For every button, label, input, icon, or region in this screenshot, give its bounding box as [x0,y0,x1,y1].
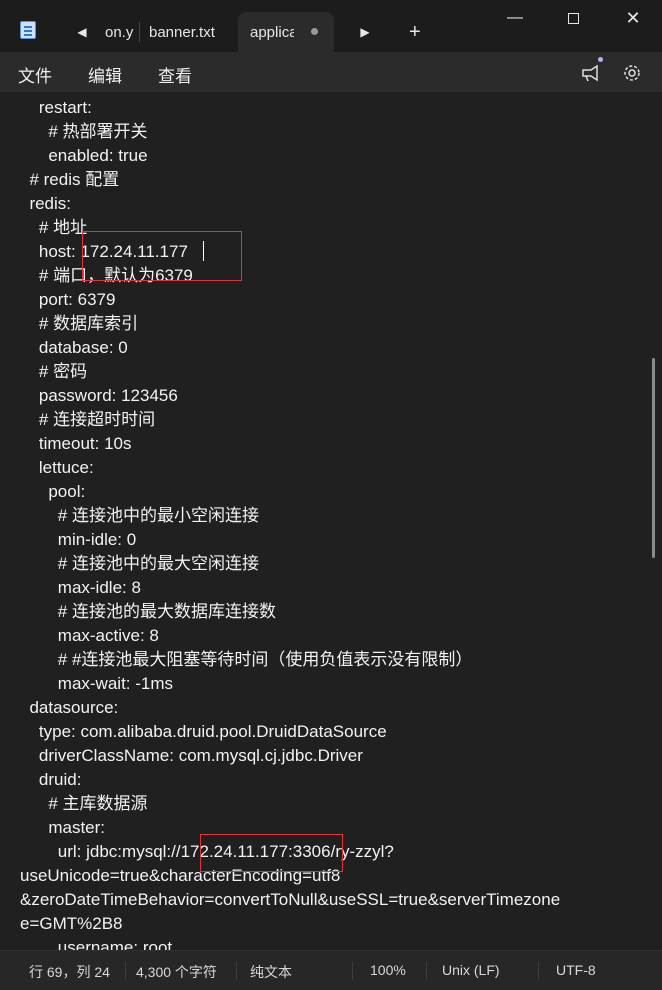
new-tab-plus-icon[interactable]: + [409,21,421,43]
editor-line: timeout: 10s [20,434,132,453]
editor-line: &zeroDateTimeBehavior=convertToNull&useS… [20,890,561,909]
menu-view[interactable]: 查看 [158,62,192,87]
close-window-icon[interactable]: ✕ [618,6,648,30]
editor-line: redis: [20,194,72,213]
highlight-box-host [82,231,242,281]
editor-line: # 连接池的最大数据库连接数 [20,602,276,621]
title-bar: ◀ on.y banner.txt applica ▶ + — ✕ [0,0,662,52]
line-ending[interactable]: Unix (LF) [442,962,500,978]
scroll-tabs-left-icon[interactable]: ◀ [70,18,94,46]
editor-line: enabled: true [20,146,148,165]
character-count: 4,300 个字符 [136,964,217,980]
editor-line: pool: [20,482,86,501]
tab-label: applica [250,23,294,41]
editor-line: port: 6379 [20,290,116,309]
notepad-app-icon [20,21,36,39]
text-editor[interactable]: restart: # 热部署开关 enabled: true # redis 配… [0,92,662,950]
editor-line: max-wait: -1ms [20,674,174,693]
editor-line: # 数据库索引 [20,314,139,333]
minimize-icon[interactable]: — [500,6,530,30]
tab-label: on.y [105,23,134,41]
text-caret [203,241,204,261]
editor-line: password: 123456 [20,386,178,405]
editor-line: driverClassName: com.mysql.cj.jdbc.Drive… [20,746,363,765]
editor-line: type: com.alibaba.druid.pool.DruidDataSo… [20,722,387,741]
editor-line: max-idle: 8 [20,578,141,597]
settings-gear-icon[interactable] [621,62,643,84]
tab-divider [139,22,140,42]
tab-application-active[interactable]: applica [238,12,334,52]
status-bar: 行 69，列 24 4,300 个字符 纯文本 100% Unix (LF) U… [0,950,662,990]
editor-line: # 连接池中的最大空闲连接 [20,554,259,573]
editor-line: # 密码 [20,362,88,381]
editor-line: e=GMT%2B8 [20,914,123,933]
editor-line: master: [20,818,106,837]
zoom-level[interactable]: 100% [370,962,406,978]
editor-line: # 地址 [20,218,88,237]
editor-line: # 主库数据源 [20,794,148,813]
menu-edit[interactable]: 编辑 [88,62,122,87]
maximize-icon[interactable] [558,6,588,30]
vertical-scrollbar[interactable] [652,358,655,558]
cursor-position: 行 69，列 24 [29,964,110,980]
tab-onyml[interactable]: on.y [105,12,135,52]
editor-line: # 热部署开关 [20,122,148,141]
tab-banner-txt[interactable]: banner.txt [149,12,229,52]
status-divider [426,962,427,980]
editor-line: min-idle: 0 [20,530,137,549]
unsaved-dot-icon[interactable] [311,28,318,35]
editor-line: # 连接超时时间 [20,410,156,429]
editor-line: # redis 配置 [20,170,120,189]
tab-label: banner.txt [149,23,215,41]
editor-line: restart: [20,98,92,117]
menu-bar: 文件 编辑 查看 [0,52,662,92]
status-divider [125,962,126,980]
editor-line: username: root [20,938,173,950]
status-divider [538,962,539,980]
menu-file[interactable]: 文件 [18,62,52,87]
editor-line: # #连接池最大阻塞等待时间（使用负值表示没有限制） [20,650,473,669]
encoding[interactable]: UTF-8 [556,962,596,978]
text-format[interactable]: 纯文本 [250,962,292,982]
editor-line: max-active: 8 [20,626,159,645]
editor-line: datasource: [20,698,119,717]
status-divider [236,962,237,980]
status-divider [352,962,353,980]
editor-line: database: 0 [20,338,128,357]
editor-line: druid: [20,770,82,789]
editor-line: # 连接池中的最小空闲连接 [20,506,259,525]
scroll-tabs-right-icon[interactable]: ▶ [353,18,377,46]
notification-badge [598,57,603,62]
megaphone-icon[interactable] [580,62,602,84]
editor-line: lettuce: [20,458,94,477]
highlight-box-url [200,834,343,872]
